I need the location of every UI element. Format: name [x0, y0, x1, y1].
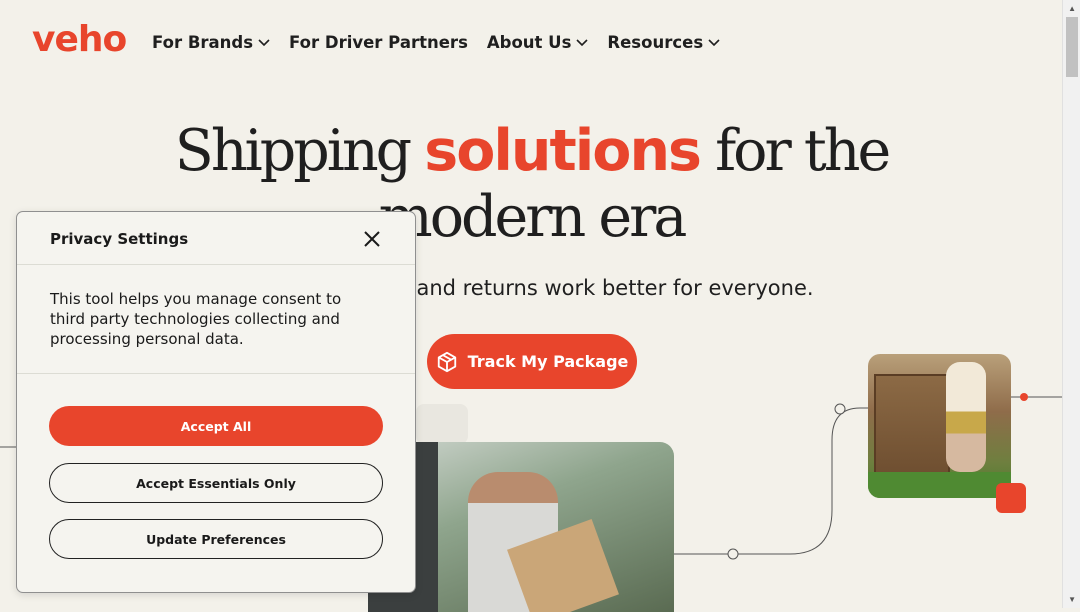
hero-title-accent: solutions — [424, 118, 702, 184]
nav-item-for-driver-partners[interactable]: For Driver Partners — [289, 33, 468, 52]
scroll-down-icon[interactable]: ▼ — [1068, 595, 1076, 604]
privacy-settings-dialog: Privacy Settings This tool helps you man… — [16, 211, 416, 593]
nav-item-label: Resources — [607, 33, 704, 52]
nav-item-resources[interactable]: Resources — [607, 33, 720, 52]
scroll-up-icon[interactable]: ▲ — [1068, 4, 1076, 13]
nav-item-label: For Brands — [152, 33, 254, 52]
chevron-down-icon — [576, 38, 588, 46]
main-nav: For Brands For Driver Partners About Us … — [152, 33, 720, 52]
decorative-square — [996, 483, 1026, 513]
nav-item-for-brands[interactable]: For Brands — [152, 33, 270, 52]
nav-item-label: About Us — [486, 33, 572, 52]
divider — [17, 264, 415, 265]
update-preferences-button[interactable]: Update Preferences — [49, 519, 383, 559]
page-scrollbar[interactable]: ▲ ▼ — [1062, 0, 1080, 608]
track-my-package-label: Track My Package — [467, 352, 629, 371]
close-icon[interactable] — [361, 228, 383, 250]
accept-essentials-button[interactable]: Accept Essentials Only — [49, 463, 383, 503]
package-icon — [437, 351, 456, 372]
nav-item-about-us[interactable]: About Us — [487, 33, 589, 52]
chevron-down-icon — [258, 38, 270, 46]
scroll-thumb[interactable] — [1066, 17, 1078, 77]
veho-logo[interactable]: veho — [32, 22, 127, 58]
privacy-settings-title: Privacy Settings — [50, 230, 189, 248]
hero-title-before: Shipping — [174, 118, 425, 184]
nav-item-label: For Driver Partners — [289, 33, 468, 52]
privacy-description: This tool helps you manage consent to th… — [50, 290, 342, 348]
track-my-package-button[interactable]: Track My Package — [427, 334, 637, 389]
hero-title-after: for the — [699, 118, 891, 184]
delivery-photo-kid — [868, 354, 1011, 498]
chevron-down-icon — [708, 38, 720, 46]
divider — [17, 373, 415, 374]
accept-all-button[interactable]: Accept All — [49, 406, 383, 446]
hero-title-line2: modern era — [378, 184, 688, 250]
